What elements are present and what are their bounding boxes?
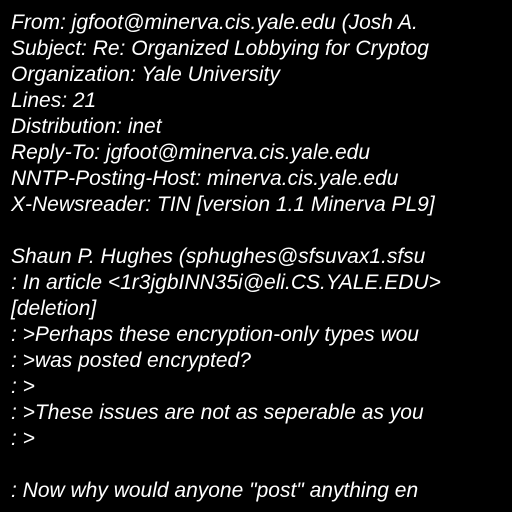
header-x-newsreader: X-Newsreader: TIN [version 1.1 Minerva P…	[11, 193, 435, 216]
header-distribution: Distribution: inet	[11, 115, 162, 138]
header-organization: Organization: Yale University	[11, 63, 280, 86]
body-deletion-marker: [deletion]	[11, 297, 97, 320]
body-quote-line: : Now why would anyone "post" anything e…	[11, 479, 419, 502]
header-lines: Lines: 21	[11, 89, 97, 112]
message-text: From: jgfoot@minerva.cis.yale.edu (Josh …	[11, 10, 441, 504]
header-subject: Subject: Re: Organized Lobbying for Cryp…	[11, 37, 429, 60]
header-nntp-posting-host: NNTP-Posting-Host: minerva.cis.yale.edu	[11, 167, 399, 190]
header-reply-to: Reply-To: jgfoot@minerva.cis.yale.edu	[11, 141, 371, 164]
body-attribution: Shaun P. Hughes (sphughes@sfsuvax1.sfsu	[11, 245, 426, 268]
body-quote-line: : In article <1r3jgbINN35i@eli.CS.YALE.E…	[11, 271, 441, 294]
body-quote-line: : >	[11, 427, 35, 450]
body-quote-line: : >These issues are not as seperable as …	[11, 401, 424, 424]
body-quote-line: : >	[11, 375, 35, 398]
header-from: From: jgfoot@minerva.cis.yale.edu (Josh …	[11, 11, 418, 34]
body-quote-line: : >was posted encrypted?	[11, 349, 251, 372]
message-viewport[interactable]: From: jgfoot@minerva.cis.yale.edu (Josh …	[0, 0, 512, 512]
body-quote-line: : >Perhaps these encryption-only types w…	[11, 323, 419, 346]
